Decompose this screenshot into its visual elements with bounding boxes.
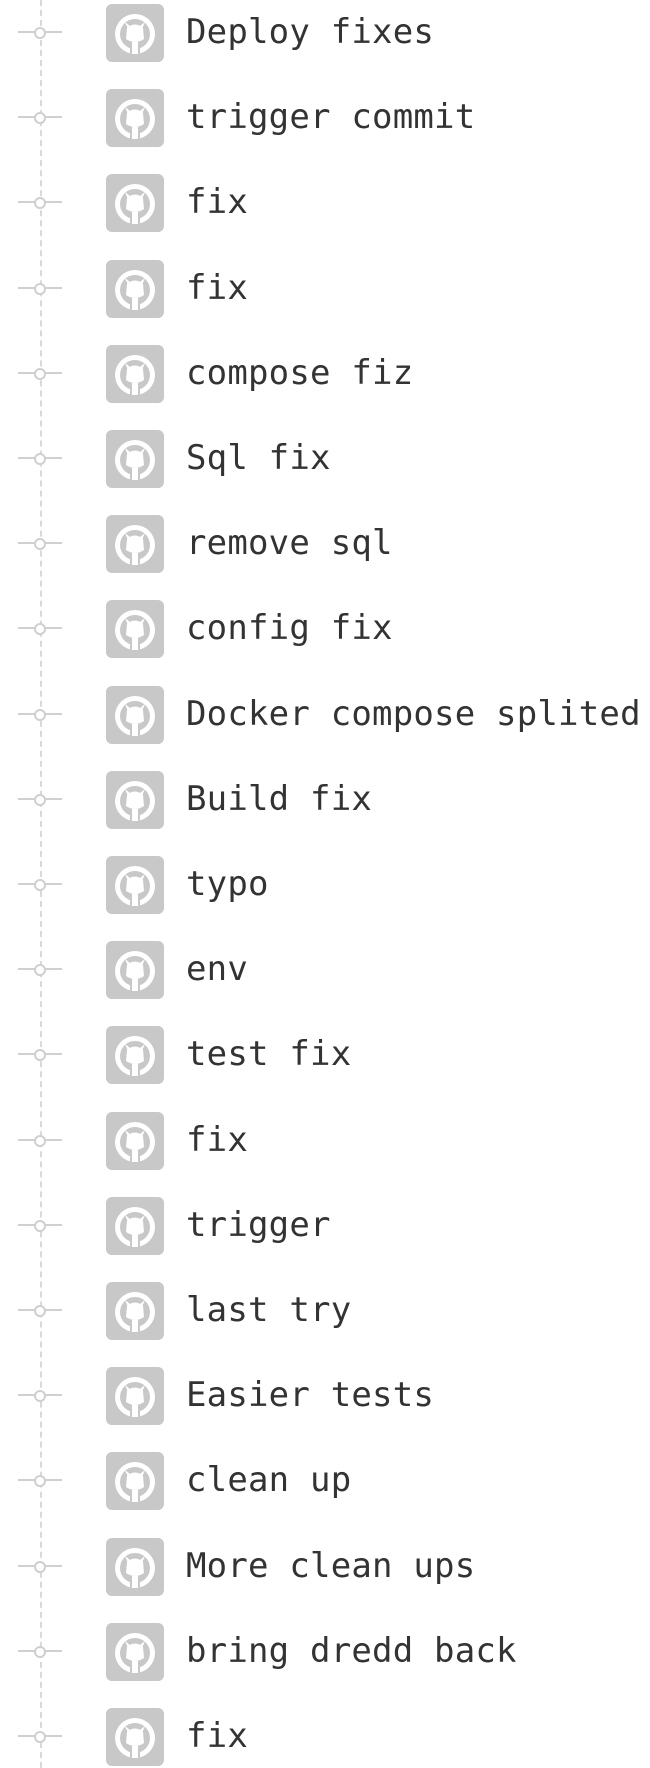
commit-message[interactable]: Easier tests bbox=[186, 1377, 434, 1413]
github-avatar-icon[interactable] bbox=[106, 1196, 164, 1255]
commit-item[interactable]: trigger bbox=[0, 1195, 650, 1255]
github-avatar-icon[interactable] bbox=[106, 1622, 164, 1681]
commit-message[interactable]: Sql fix bbox=[186, 440, 331, 476]
github-avatar-icon[interactable] bbox=[106, 430, 164, 488]
commit-item[interactable]: test fix bbox=[0, 1024, 650, 1085]
github-avatar-icon[interactable] bbox=[106, 1282, 164, 1340]
github-avatar-icon[interactable] bbox=[106, 600, 164, 659]
commit-node-icon bbox=[18, 964, 62, 977]
github-avatar-icon[interactable] bbox=[106, 770, 164, 829]
commit-item[interactable]: fix bbox=[0, 1706, 650, 1766]
commit-item[interactable]: fix bbox=[0, 172, 650, 233]
commit-node-icon bbox=[18, 1305, 62, 1317]
commit-node-icon bbox=[18, 453, 62, 465]
github-avatar-icon[interactable] bbox=[106, 1537, 164, 1596]
commit-message[interactable]: test fix bbox=[186, 1036, 351, 1072]
commit-node-icon bbox=[18, 1475, 62, 1488]
commit-item[interactable]: remove sql bbox=[0, 513, 650, 574]
github-avatar-icon[interactable] bbox=[106, 344, 164, 403]
commit-message[interactable]: Docker compose splited bbox=[186, 696, 641, 732]
commit-node-icon bbox=[18, 27, 62, 39]
commit-message[interactable]: trigger bbox=[186, 1207, 331, 1243]
commit-node-icon bbox=[18, 708, 62, 721]
commit-message[interactable]: Deploy fixes bbox=[186, 14, 434, 50]
commit-node-icon bbox=[18, 1049, 62, 1062]
commit-item[interactable]: config fix bbox=[0, 598, 650, 659]
commit-node-icon bbox=[18, 793, 62, 806]
commit-message[interactable]: compose fiz bbox=[186, 355, 413, 391]
commit-item[interactable]: typo bbox=[0, 854, 650, 914]
commit-item[interactable]: trigger commit bbox=[0, 87, 650, 148]
github-avatar-icon[interactable] bbox=[106, 1708, 164, 1766]
commit-item[interactable]: clean up bbox=[0, 1450, 650, 1511]
github-avatar-icon[interactable] bbox=[106, 856, 164, 914]
commit-node-icon bbox=[18, 623, 62, 636]
commit-message[interactable]: More clean ups bbox=[186, 1548, 475, 1584]
commit-message[interactable]: trigger commit bbox=[186, 99, 475, 135]
commit-item[interactable]: Deploy fixes bbox=[0, 2, 650, 62]
commit-message[interactable]: fix bbox=[186, 1122, 248, 1158]
commit-node-icon bbox=[18, 1134, 62, 1147]
github-avatar-icon[interactable] bbox=[106, 89, 164, 148]
github-avatar-icon[interactable] bbox=[106, 1367, 164, 1426]
commit-node-icon bbox=[18, 538, 62, 551]
commit-timeline: Deploy fixes trigger commit fix fix comp… bbox=[0, 0, 650, 1768]
commit-message[interactable]: env bbox=[186, 951, 248, 987]
commit-item[interactable]: More clean ups bbox=[0, 1536, 650, 1596]
commit-message[interactable]: fix bbox=[186, 184, 248, 220]
commit-node-icon bbox=[18, 197, 62, 210]
commit-node-icon bbox=[18, 1390, 62, 1403]
commit-item[interactable]: env bbox=[0, 939, 650, 1000]
commit-node-icon bbox=[18, 1731, 62, 1743]
commit-node-icon bbox=[18, 282, 62, 295]
commit-item[interactable]: last try bbox=[0, 1280, 650, 1340]
github-avatar-icon[interactable] bbox=[106, 1026, 164, 1085]
commit-item[interactable]: compose fiz bbox=[0, 343, 650, 403]
commit-message[interactable]: remove sql bbox=[186, 525, 393, 561]
github-avatar-icon[interactable] bbox=[106, 685, 164, 744]
commit-item[interactable]: fix bbox=[0, 1110, 650, 1170]
github-avatar-icon[interactable] bbox=[106, 515, 164, 574]
commit-message[interactable]: clean up bbox=[186, 1462, 351, 1498]
commit-message[interactable]: Build fix bbox=[186, 781, 372, 817]
commit-message[interactable]: bring dredd back bbox=[186, 1633, 517, 1669]
commit-item[interactable]: Build fix bbox=[0, 769, 650, 829]
commit-message[interactable]: fix bbox=[186, 270, 248, 306]
commit-message[interactable]: last try bbox=[186, 1292, 351, 1328]
github-avatar-icon[interactable] bbox=[106, 1452, 164, 1511]
commit-item[interactable]: Sql fix bbox=[0, 428, 650, 488]
github-avatar-icon[interactable] bbox=[106, 4, 164, 62]
commit-node-icon bbox=[18, 1219, 62, 1232]
github-avatar-icon[interactable] bbox=[106, 941, 164, 1000]
github-avatar-icon[interactable] bbox=[106, 259, 164, 318]
commit-item[interactable]: Docker compose splited bbox=[0, 684, 650, 744]
commit-message[interactable]: config fix bbox=[186, 610, 393, 646]
commit-node-icon bbox=[18, 1645, 62, 1658]
commit-item[interactable]: Easier tests bbox=[0, 1365, 650, 1426]
commit-message[interactable]: typo bbox=[186, 866, 269, 902]
commit-node-icon bbox=[18, 367, 62, 380]
commit-node-icon bbox=[18, 879, 62, 891]
commit-message[interactable]: fix bbox=[186, 1718, 248, 1754]
commit-item[interactable]: bring dredd back bbox=[0, 1621, 650, 1681]
github-avatar-icon[interactable] bbox=[106, 1111, 164, 1170]
commit-node-icon bbox=[18, 112, 62, 125]
commit-node-icon bbox=[18, 1560, 62, 1573]
github-avatar-icon[interactable] bbox=[106, 174, 164, 233]
commit-item[interactable]: fix bbox=[0, 258, 650, 318]
